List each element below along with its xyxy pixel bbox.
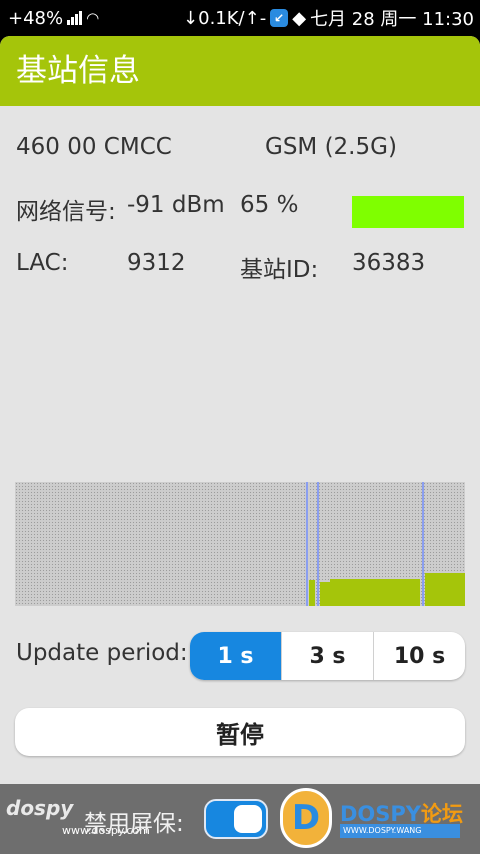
network-speed: ↓0.1K/↑- — [183, 7, 267, 29]
graph-bar — [330, 579, 420, 606]
cell-row: LAC: 9312 基站ID: 36383 — [16, 250, 464, 283]
brand-text: DOSPY — [340, 802, 422, 826]
title-bar: 基站信息 — [0, 36, 480, 106]
bottom-bar: dospy www.dospy.com 禁用屏保: D DOSPY论坛 WWW.… — [0, 784, 480, 854]
clock: 七月 28 周一 11:30 — [310, 9, 474, 30]
period-option-10s[interactable]: 10 s — [373, 632, 465, 680]
network-type-text: GSM (2.5G) — [265, 134, 397, 160]
watermark-mark: dospy — [6, 796, 74, 820]
graph-marker-line — [306, 482, 308, 606]
signal-label: 网络信号: — [16, 199, 116, 225]
update-period-selector: 1 s 3 s 10 s — [190, 632, 465, 680]
wifi-icon: ◠ — [86, 9, 100, 27]
signal-dbm: -91 dBm — [127, 192, 225, 218]
brand-cn-text: 论坛 — [421, 802, 464, 826]
keep-screen-on-label: 禁用屏保: — [84, 811, 184, 837]
graph-marker-line — [317, 482, 319, 606]
cell-id-value: 36383 — [352, 250, 426, 276]
graph-bar — [309, 580, 315, 606]
page-title: 基站信息 — [16, 53, 140, 89]
bird-icon: ◆ — [292, 7, 307, 29]
signal-history-graph — [15, 482, 465, 606]
status-right: ↓0.1K/↑- ↙ ◆ 七月 28 周一 11:30 — [183, 5, 474, 31]
signal-percent: 65 % — [240, 192, 299, 218]
graph-marker-line — [422, 482, 424, 606]
signal-row: 网络信号: -91 dBm 65 % — [16, 192, 464, 232]
operator-row: 460 00 CMCC GSM (2.5G) — [16, 134, 464, 166]
cell-id-label: 基站ID: — [240, 257, 319, 283]
lac-label: LAC: — [16, 250, 69, 276]
battery-text: +48% — [8, 7, 64, 29]
graph-bar — [320, 582, 330, 606]
dospy-watermark: dospy www.dospy.com — [6, 796, 150, 837]
pause-button[interactable]: 暂停 — [15, 708, 465, 756]
app-window: 基站信息 460 00 CMCC GSM (2.5G) 网络信号: -91 dB… — [0, 36, 480, 784]
signal-icon — [67, 11, 83, 25]
app-badge-icon: ↙ — [270, 9, 289, 27]
status-left: +48% ◠ — [8, 8, 99, 29]
signal-strength-bar — [352, 196, 464, 228]
operator-text: 460 00 CMCC — [16, 134, 172, 160]
status-bar: +48% ◠ ↓0.1K/↑- ↙ ◆ 七月 28 周一 11:30 — [0, 0, 480, 36]
dospy-logo-icon: D — [280, 788, 332, 848]
period-option-1s[interactable]: 1 s — [190, 632, 281, 680]
brand-subtext: WWW.DOSPY.WANG — [340, 824, 460, 838]
keep-screen-on-toggle[interactable] — [204, 799, 268, 839]
update-period-label: Update period: — [16, 640, 188, 666]
lac-value: 9312 — [127, 250, 186, 276]
toggle-knob — [234, 805, 262, 833]
graph-bar — [425, 573, 465, 606]
period-option-3s[interactable]: 3 s — [281, 632, 373, 680]
